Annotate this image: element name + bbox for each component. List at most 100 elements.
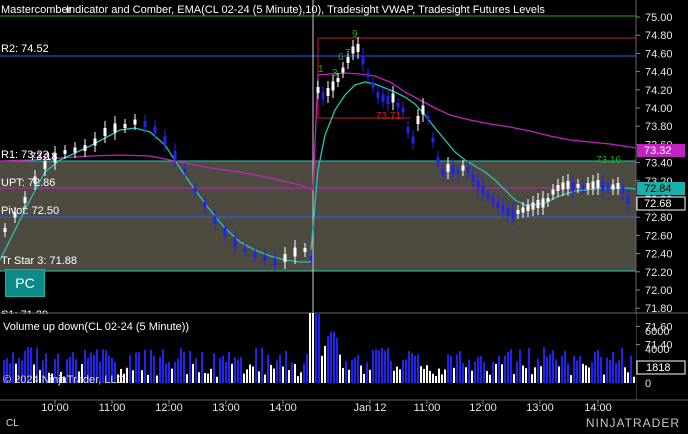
candle-body [113, 123, 117, 133]
volume-bar [348, 369, 350, 383]
price-chart[interactable]: 9 6 7 1 3 73.71 73.16 R2: 74.52 R1: 73.2… [0, 0, 688, 434]
volume-bar [234, 357, 236, 383]
volume-bar [627, 372, 629, 383]
volume-bar [357, 354, 359, 383]
candle-body [103, 128, 107, 136]
volume-bar [597, 350, 599, 383]
volume-bar [540, 366, 542, 383]
volume-bar [222, 355, 224, 383]
candle-body [546, 198, 550, 202]
candle-body [571, 182, 575, 192]
price-tick-label: 74.40 [645, 67, 673, 79]
volume-bar [138, 352, 140, 383]
volume-bar [135, 352, 137, 383]
candle-body [123, 124, 127, 128]
price-tick-label: 74.00 [645, 103, 673, 115]
candle-body [283, 254, 287, 262]
time-label: 14:00 [269, 402, 297, 414]
candle-body [561, 182, 565, 190]
volume-bar [204, 373, 206, 383]
volume-bar [435, 375, 437, 383]
time-label: 13:00 [212, 402, 240, 414]
volume-bar [366, 362, 368, 383]
candle-body [516, 210, 520, 214]
pc-button[interactable]: PC [5, 269, 45, 297]
candle-body [23, 197, 27, 203]
volume-bar [486, 370, 488, 383]
volume-bar [462, 363, 464, 383]
volume-bar [351, 359, 353, 383]
volume-bar [474, 361, 476, 383]
volume-bar [126, 367, 128, 383]
volume-bar [516, 361, 518, 383]
price-tick-label: 72.20 [645, 267, 673, 279]
volume-axis-ticks: 6000400020000 [645, 326, 669, 390]
volume-bar [186, 374, 188, 383]
volume-bar [285, 350, 287, 383]
candle-body [351, 46, 355, 54]
candle-body [263, 255, 267, 261]
comber-count-7: 7 [345, 48, 351, 59]
candle-body [331, 81, 335, 91]
comber-count-3: 3 [332, 68, 338, 79]
volume-bar [381, 347, 383, 383]
volume-bar [489, 374, 491, 383]
candle-body [73, 147, 77, 153]
volume-bar [495, 363, 497, 383]
volume-bar [333, 331, 335, 383]
candle-body [606, 185, 610, 189]
candle-body [611, 184, 615, 190]
candle-body [133, 119, 137, 125]
volume-bar [345, 361, 347, 383]
candle-body [596, 180, 600, 188]
candle-body [183, 168, 187, 172]
volume-bar [543, 347, 545, 383]
volume-bar [546, 357, 548, 383]
volume-tick-label: 6000 [645, 326, 669, 338]
time-axis[interactable]: 10:00 11:00 12:00 13:00 14:00 Jan 12 11:00 12:0… [41, 400, 612, 414]
volume-bar [147, 374, 149, 383]
candle-body [441, 168, 445, 176]
volume-bar [570, 375, 572, 383]
candle-body [233, 237, 237, 247]
volume-bar [579, 356, 581, 383]
volume-bar [168, 361, 170, 383]
volume-bar [174, 361, 176, 383]
volume-bar [342, 367, 344, 383]
candle-body [321, 92, 325, 100]
volume-bar [321, 355, 323, 383]
volume-bar [582, 363, 584, 383]
candle-body [3, 228, 7, 232]
candle-body [371, 82, 375, 88]
time-label: 13:00 [526, 402, 554, 414]
time-label: 12:00 [469, 402, 497, 414]
volume-bar [330, 331, 332, 383]
volume-bar [600, 356, 602, 383]
chart-title: Indicator and Comber, EMA(CL 02-24 (5 Mi… [66, 4, 545, 16]
volume-bar [576, 360, 578, 383]
comber-count-1: 1 [318, 64, 324, 75]
volume-bar [210, 368, 212, 383]
volume-bar [156, 375, 158, 383]
candle-body [601, 181, 605, 191]
candle-body [421, 105, 425, 115]
volume-bar [213, 353, 215, 383]
volume-bar [603, 374, 605, 383]
time-label: 11:00 [99, 402, 126, 414]
volume-bar [207, 373, 209, 383]
volume-bar [249, 364, 251, 383]
candle-body [361, 55, 365, 65]
volume-bar [612, 352, 614, 383]
volume-bar [429, 370, 431, 383]
candle-body [536, 200, 540, 208]
price-tick-label: 72.00 [645, 285, 673, 297]
volume-bar [192, 363, 194, 383]
candle-body [586, 183, 590, 189]
volume-bar [561, 356, 563, 383]
candle-body [341, 67, 345, 73]
candle-body [203, 202, 207, 208]
volume-bar [441, 374, 443, 383]
candle-body [93, 138, 97, 146]
volume-bar [276, 360, 278, 383]
candle-body [391, 93, 395, 103]
